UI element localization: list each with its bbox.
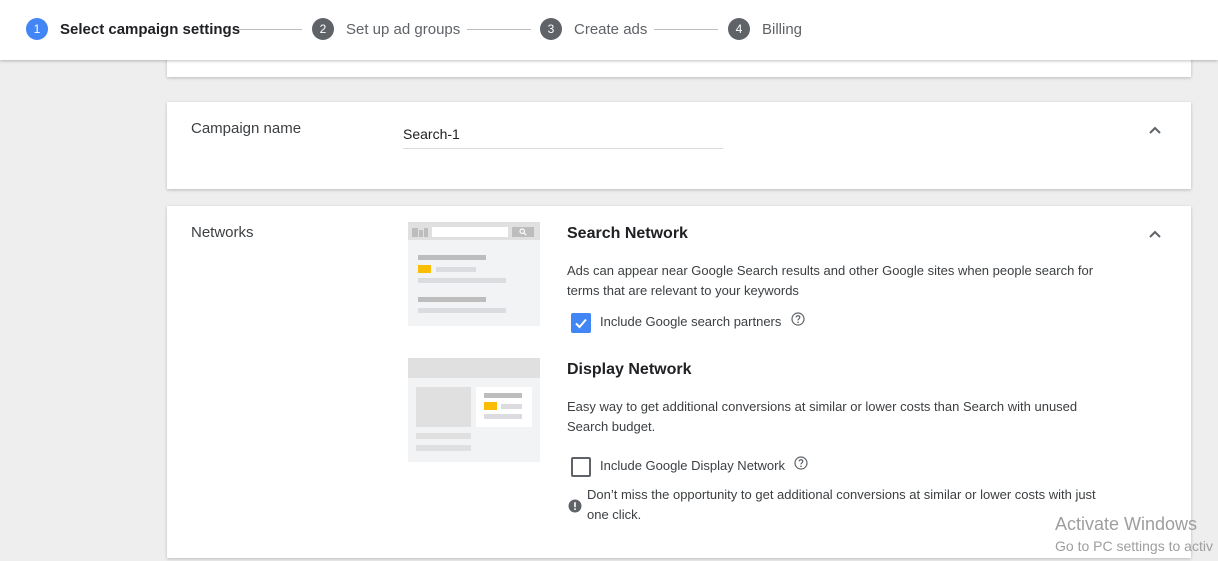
search-partners-label[interactable]: Include Google search partners: [600, 314, 781, 329]
step-4-number: 4: [728, 18, 750, 40]
illustration-content-block: [416, 387, 471, 427]
illustration-line: [418, 255, 486, 260]
step-1-label: Select campaign settings: [60, 20, 241, 38]
display-network-description: Easy way to get additional conversions a…: [567, 399, 1078, 434]
illustration-line: [501, 404, 522, 409]
illustration-search-button: [512, 227, 534, 237]
step-connector: [654, 29, 718, 30]
illustration-search-box: [432, 227, 508, 237]
step-2-number: 2: [312, 18, 334, 40]
step-connector: [238, 29, 302, 30]
illustration-line: [416, 445, 471, 451]
illustration-line: [418, 308, 506, 313]
step-1-number: 1: [26, 18, 48, 40]
search-network-illustration: [408, 222, 540, 326]
networks-label: Networks: [191, 224, 254, 241]
display-network-label[interactable]: Include Google Display Network: [600, 458, 785, 473]
activate-windows-watermark: Activate Windows: [1055, 514, 1198, 534]
search-network-title: Search Network: [567, 225, 688, 242]
step-4[interactable]: 4 Billing: [728, 18, 802, 40]
check-icon: [575, 318, 587, 329]
display-network-title: Display Network: [567, 361, 692, 378]
step-2[interactable]: 2 Set up ad groups: [312, 18, 460, 40]
step-3-label: Create ads: [574, 20, 648, 38]
illustration-line: [416, 433, 471, 439]
illustration-line: [418, 278, 506, 283]
illustration-browser-bar: [408, 358, 540, 378]
chevron-up-icon[interactable]: [1147, 122, 1163, 138]
illustration-line: [436, 267, 476, 272]
step-3[interactable]: 3 Create ads: [540, 18, 647, 40]
display-network-warning: Don’t miss the opportunity to get additi…: [587, 487, 1096, 522]
step-3-number: 3: [540, 18, 562, 40]
step-2-label: Set up ad groups: [346, 20, 461, 38]
search-icon: [519, 228, 527, 236]
help-icon[interactable]: [794, 456, 808, 470]
display-network-illustration: [408, 358, 540, 462]
illustration-ad-highlight: [484, 402, 497, 410]
help-icon[interactable]: [791, 312, 805, 326]
step-4-label: Billing: [762, 20, 803, 38]
illustration-logo-block: [412, 228, 418, 237]
step-1[interactable]: 1 Select campaign settings: [26, 18, 240, 40]
networks-card: Networks Search Network Ads can appear n…: [167, 206, 1191, 558]
warning-icon: [568, 499, 582, 513]
illustration-line: [418, 297, 486, 302]
campaign-name-input[interactable]: [403, 120, 723, 149]
illustration-ad-highlight: [418, 265, 431, 273]
search-network-description: Ads can appear near Google Search result…: [567, 263, 1094, 298]
activate-windows-subtext: Go to PC settings to activ: [1055, 538, 1213, 554]
search-partners-checkbox[interactable]: [571, 313, 591, 333]
campaign-name-card: Campaign name: [167, 102, 1191, 189]
illustration-logo-block: [424, 228, 428, 237]
campaign-name-label: Campaign name: [191, 120, 302, 137]
chevron-up-icon[interactable]: [1147, 226, 1163, 242]
step-connector: [467, 29, 531, 30]
illustration-line: [484, 414, 522, 419]
campaign-stepper: 1 Select campaign settings 2 Set up ad g…: [0, 0, 1218, 60]
illustration-line: [484, 393, 522, 398]
illustration-logo-block: [419, 230, 423, 237]
display-network-checkbox[interactable]: [571, 457, 591, 477]
